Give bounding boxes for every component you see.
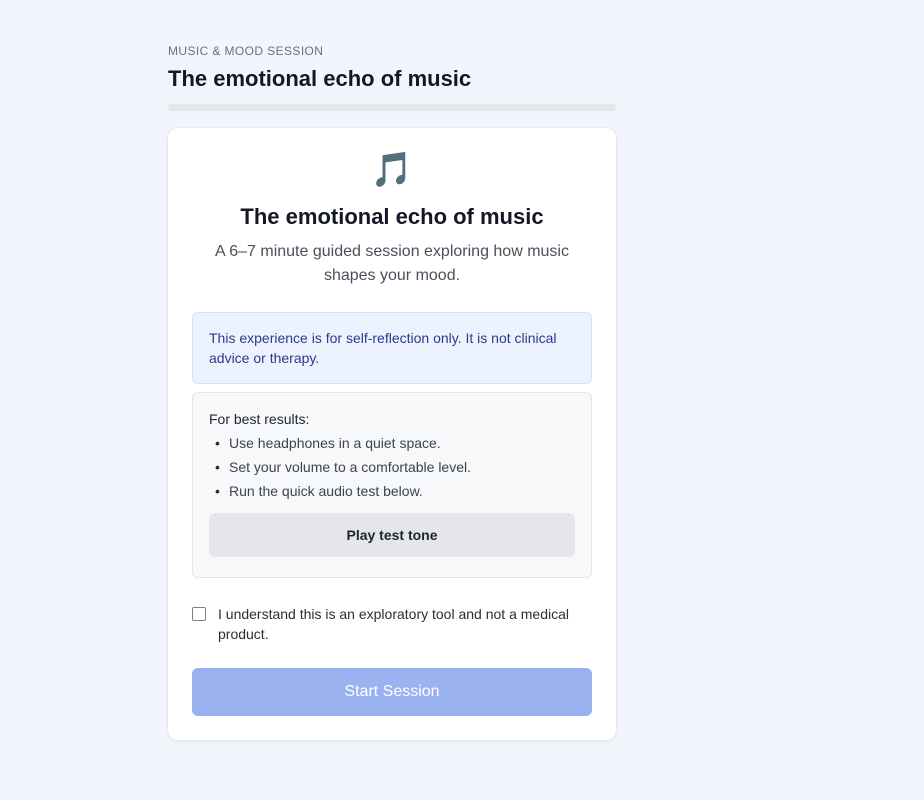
intro-card: 🎵 The emotional echo of music A 6–7 minu… [168,128,616,740]
list-item: • Use headphones in a quiet space. [209,431,575,455]
tips-list: • Use headphones in a quiet space. • Set y… [209,431,575,503]
disclaimer-notice: This experience is for self-reflection o… [192,312,592,384]
bullet-icon: • [215,435,220,451]
tips-heading: For best results: [209,411,310,427]
page-title: The emotional echo of music [168,66,472,91]
bullet-icon: • [215,483,220,499]
consent-label[interactable]: I understand this is an exploratory tool… [218,604,592,644]
music-notes-icon: 🎵 [370,150,414,190]
tip-text: Run the quick audio test below. [229,483,423,499]
tips-panel: For best results: • Use headphones in a q… [192,392,592,578]
progress-bar [168,104,616,111]
start-session-button[interactable]: Start Session [192,668,592,716]
list-item: • Run the quick audio test below. [209,479,575,503]
play-test-tone-button[interactable]: Play test tone [209,513,575,557]
session-eyebrow: MUSIC & MOOD SESSION [168,44,324,58]
list-item: • Set your volume to a comfortable level. [209,455,575,479]
bullet-icon: • [215,459,220,475]
card-subtitle: A 6–7 minute guided session exploring ho… [215,243,569,284]
tip-text: Set your volume to a comfortable level. [229,459,472,475]
tip-text: Use headphones in a quiet space. [229,435,441,451]
consent-checkbox[interactable] [192,607,206,621]
consent-row[interactable]: I understand this is an exploratory tool… [192,604,592,644]
session-container: MUSIC & MOOD SESSION The emotional echo … [168,44,616,740]
card-title: The emotional echo of music [240,204,544,229]
